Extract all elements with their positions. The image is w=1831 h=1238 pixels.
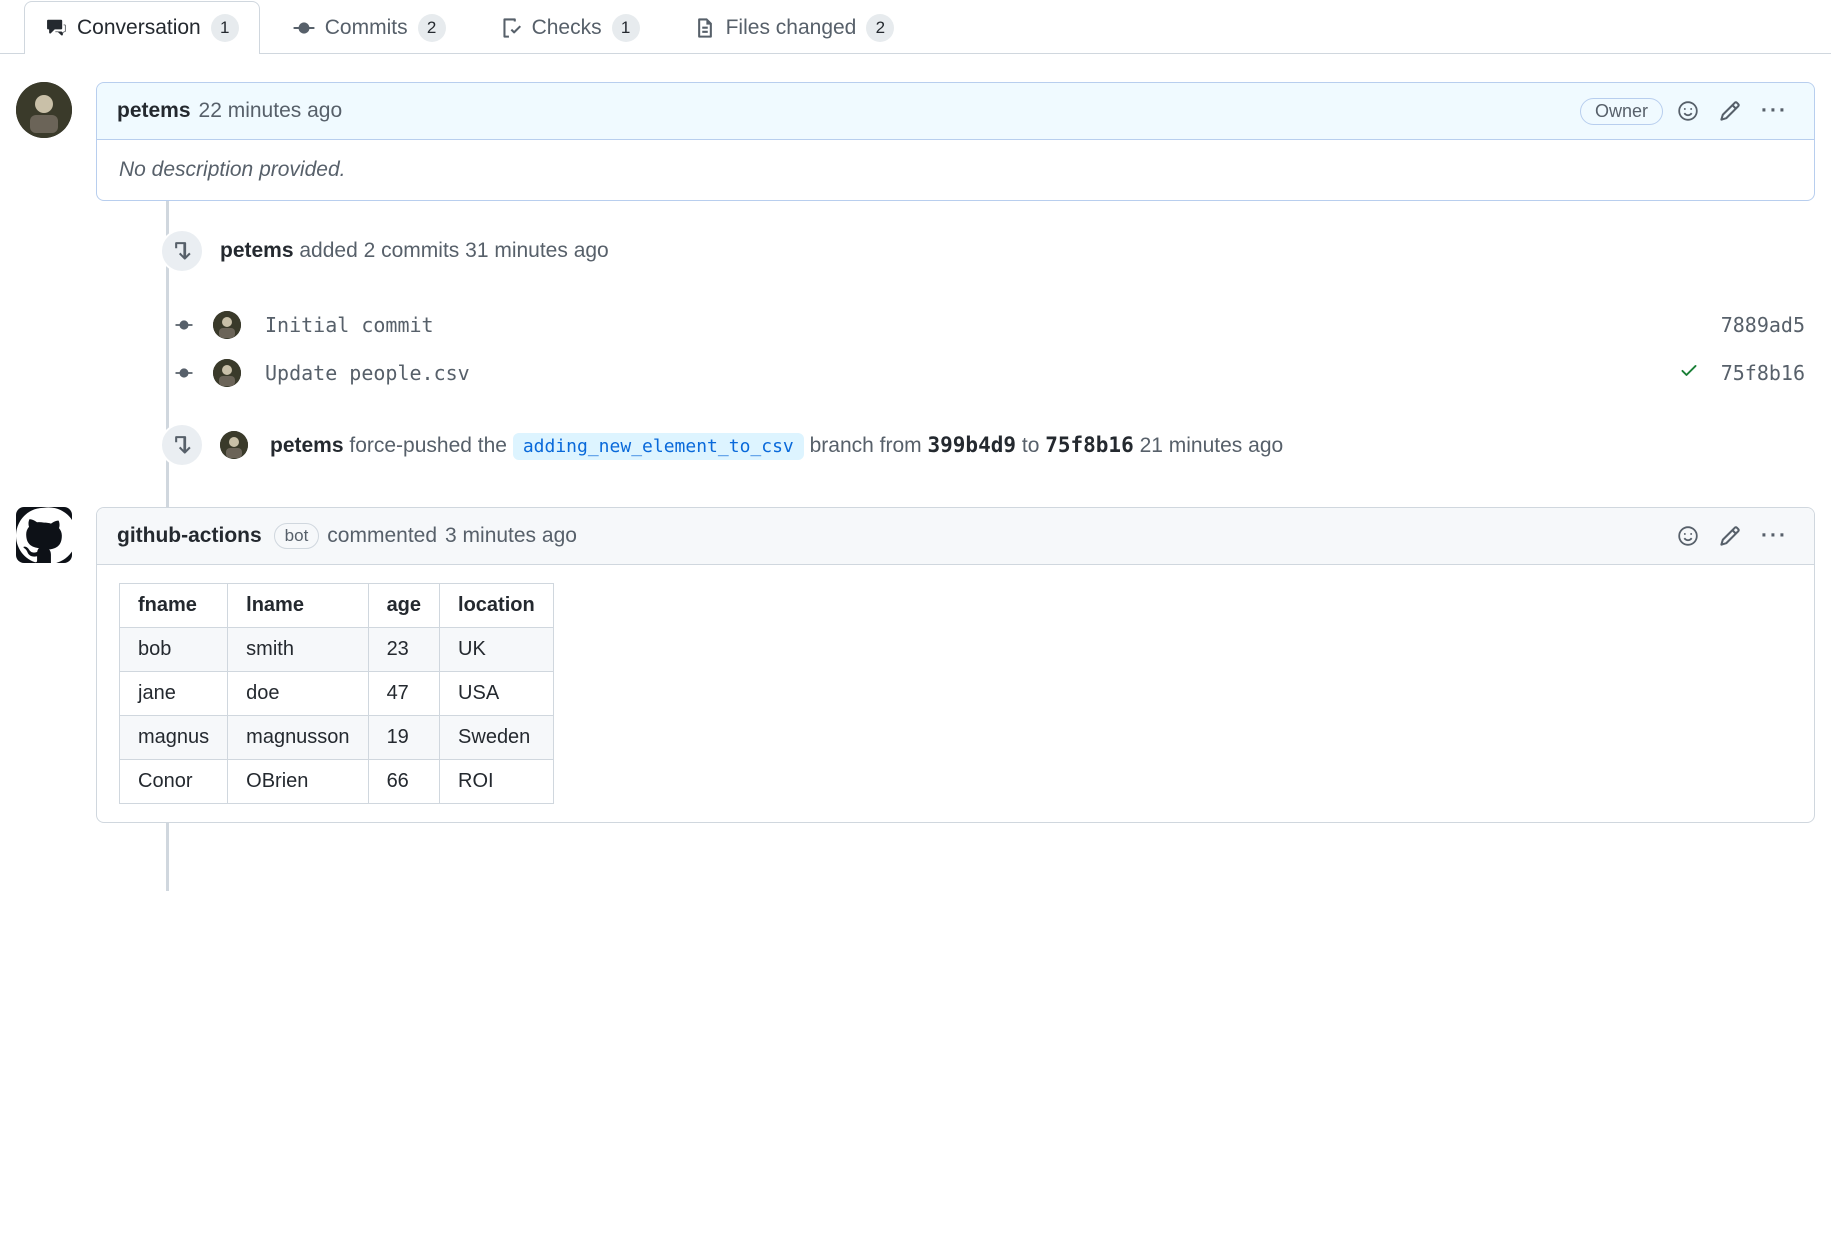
branch-tag[interactable]: adding_new_element_to_csv	[513, 433, 804, 460]
commit-message[interactable]: Initial commit	[265, 313, 434, 337]
table-cell: magnusson	[228, 716, 368, 760]
table-cell: Sweden	[440, 716, 554, 760]
timeline-event-commits-added: petems added 2 commits 31 minutes ago	[16, 229, 1815, 273]
kebab-icon[interactable]: ···	[1755, 95, 1794, 127]
table-header: age	[368, 584, 439, 628]
tab-files-changed[interactable]: Files changed 2	[673, 1, 916, 54]
tab-label: Files changed	[726, 16, 857, 40]
table-cell: ROI	[440, 760, 554, 804]
event-text: force-pushed the	[349, 434, 507, 457]
table-cell: magnus	[120, 716, 228, 760]
csv-table: fnamelnameagelocation bobsmith23UKjanedo…	[119, 583, 554, 804]
avatar[interactable]	[213, 311, 241, 339]
smiley-icon[interactable]	[1671, 96, 1705, 126]
tab-counter: 1	[612, 14, 640, 42]
commit-message[interactable]: Update people.csv	[265, 361, 470, 385]
comment-author[interactable]: github-actions	[117, 524, 262, 548]
push-icon	[160, 229, 204, 273]
avatar[interactable]	[220, 431, 248, 459]
comment-time[interactable]: 3 minutes ago	[445, 524, 577, 548]
bot-badge: bot	[274, 523, 320, 549]
event-author[interactable]: petems	[220, 239, 294, 262]
git-commit-icon	[173, 314, 195, 336]
kebab-icon[interactable]: ···	[1755, 520, 1794, 552]
comment-action: commented	[327, 524, 437, 548]
table-row: ConorOBrien66ROI	[120, 760, 554, 804]
comment-box: github-actions bot commented 3 minutes a…	[96, 507, 1815, 823]
commit-row: Initial commit 7889ad5	[162, 301, 1815, 349]
commit-list: Initial commit 7889ad5 Update people.csv 75…	[162, 301, 1815, 397]
event-time[interactable]: 31 minutes ago	[465, 239, 609, 262]
table-row: bobsmith23UK	[120, 628, 554, 672]
table-cell: 23	[368, 628, 439, 672]
event-time[interactable]: 21 minutes ago	[1140, 434, 1284, 457]
table-cell: OBrien	[228, 760, 368, 804]
table-cell: USA	[440, 672, 554, 716]
commit-sha[interactable]: 7889ad5	[1721, 313, 1815, 337]
owner-badge: Owner	[1580, 98, 1663, 125]
tab-counter: 2	[866, 14, 894, 42]
git-commit-icon	[293, 17, 315, 39]
tab-commits[interactable]: Commits 2	[272, 1, 467, 54]
tab-counter: 1	[211, 14, 239, 42]
pencil-icon[interactable]	[1713, 521, 1747, 551]
event-text: to	[1022, 434, 1040, 457]
comment-discussion-icon	[45, 17, 67, 39]
comment-box: petems 22 minutes ago Owner ··· No descr…	[96, 82, 1815, 201]
tab-checks[interactable]: Checks 1	[479, 1, 661, 54]
tab-label: Checks	[532, 16, 602, 40]
avatar[interactable]	[213, 359, 241, 387]
check-success-icon	[1679, 360, 1699, 386]
comment-body-text: No description provided.	[119, 158, 345, 181]
event-author[interactable]: petems	[270, 434, 344, 457]
table-cell: smith	[228, 628, 368, 672]
table-cell: UK	[440, 628, 554, 672]
table-header: location	[440, 584, 554, 628]
table-header: fname	[120, 584, 228, 628]
commit-sha[interactable]: 75f8b16	[1721, 361, 1815, 385]
table-cell: Conor	[120, 760, 228, 804]
table-cell: doe	[228, 672, 368, 716]
table-cell: 66	[368, 760, 439, 804]
table-cell: 47	[368, 672, 439, 716]
event-text: branch from	[810, 434, 922, 457]
commit-sha[interactable]: 75f8b16	[1045, 433, 1134, 457]
tab-conversation[interactable]: Conversation 1	[24, 1, 260, 54]
tab-label: Conversation	[77, 16, 201, 40]
table-row: janedoe47USA	[120, 672, 554, 716]
avatar[interactable]	[16, 82, 72, 138]
checklist-icon	[500, 17, 522, 39]
event-action: added 2 commits	[299, 239, 459, 262]
file-diff-icon	[694, 17, 716, 39]
table-cell: jane	[120, 672, 228, 716]
tab-label: Commits	[325, 16, 408, 40]
pr-tabs: Conversation 1 Commits 2 Checks 1 Files …	[0, 0, 1831, 54]
table-cell: bob	[120, 628, 228, 672]
table-cell: 19	[368, 716, 439, 760]
avatar[interactable]	[16, 507, 72, 563]
commit-row: Update people.csv 75f8b16	[162, 349, 1815, 397]
comment-time[interactable]: 22 minutes ago	[199, 99, 343, 123]
table-header: lname	[228, 584, 368, 628]
comment-author[interactable]: petems	[117, 99, 191, 123]
pencil-icon[interactable]	[1713, 96, 1747, 126]
table-row: magnusmagnusson19Sweden	[120, 716, 554, 760]
git-commit-icon	[173, 362, 195, 384]
tab-counter: 2	[418, 14, 446, 42]
commit-sha[interactable]: 399b4d9	[928, 433, 1017, 457]
smiley-icon[interactable]	[1671, 521, 1705, 551]
push-icon	[160, 423, 204, 467]
timeline-event-force-push: petems force-pushed the adding_new_eleme…	[16, 423, 1815, 467]
